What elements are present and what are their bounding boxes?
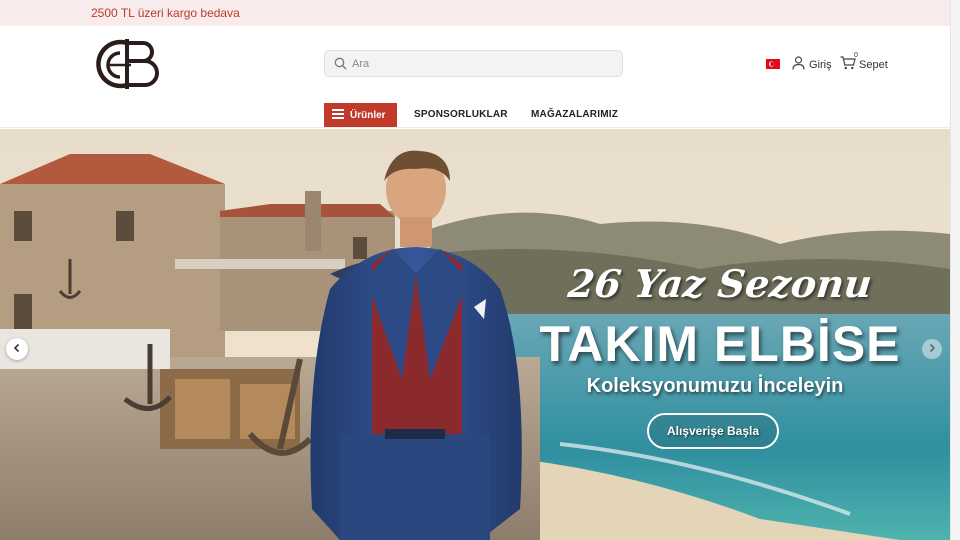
nav-link-stores[interactable]: MAĞAZALARIMIZ [531, 109, 618, 120]
nav-link-sponsorships[interactable]: SPONSORLUKLAR [414, 109, 508, 120]
cart-label: Sepet [859, 58, 888, 71]
products-menu-button[interactable]: Ürünler [324, 103, 397, 127]
page: 2500 TL üzeri kargo bedava Ara Giriş 0 S… [0, 0, 960, 540]
promo-text: 2500 TL üzeri kargo bedava [91, 6, 240, 20]
chevron-left-icon [12, 340, 22, 358]
hero-subtitle: Koleksyonumuzu İnceleyin [586, 375, 844, 397]
header: Giriş 0 Sepet [0, 26, 950, 128]
slider-next-button[interactable] [922, 339, 942, 359]
search-bar[interactable] [324, 50, 623, 77]
hero-season: 26 Yaz Sezonu [565, 261, 875, 306]
main-nav: Ürünler SPONSORLUKLAR MAĞAZALARIMIZ [0, 103, 950, 127]
login-label: Giriş [809, 58, 832, 71]
chevron-right-icon [927, 340, 937, 358]
page-scrollbar[interactable] [950, 0, 960, 540]
slider-prev-button[interactable] [6, 338, 28, 360]
hamburger-icon [332, 108, 344, 122]
cart-button[interactable]: Sepet [840, 56, 888, 73]
hero-banner[interactable]: 26 Yaz Sezonu TAKIM ELBİSE Koleksyonumuz… [0, 129, 950, 540]
promo-bar: 2500 TL üzeri kargo bedava [0, 0, 950, 26]
cart-icon [840, 56, 856, 73]
shop-now-button[interactable]: Alışverişe Başla [647, 413, 779, 449]
brand-logo-mark [96, 39, 159, 89]
login-button[interactable]: Giriş [792, 56, 832, 73]
products-menu-label: Ürünler [350, 109, 386, 121]
hero-title: TAKIM ELBİSE [539, 316, 901, 372]
search-input[interactable] [352, 57, 612, 70]
search-icon [334, 57, 347, 70]
user-icon [792, 56, 805, 73]
brand-logo[interactable] [93, 35, 161, 93]
turkey-flag-icon[interactable] [766, 59, 780, 69]
